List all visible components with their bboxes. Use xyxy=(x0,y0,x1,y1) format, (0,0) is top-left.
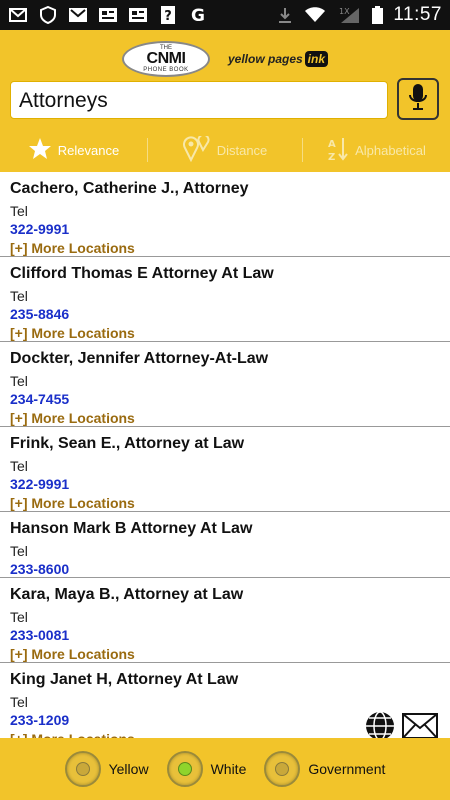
phone-link[interactable]: 233-8600 xyxy=(10,560,440,578)
list-item[interactable]: Dockter, Jennifer Attorney-At-Law Tel 23… xyxy=(0,342,450,427)
directory-selector: Yellow White Government xyxy=(0,738,450,800)
radio-indicator-selected xyxy=(177,762,192,776)
sort-divider xyxy=(302,138,303,162)
sort-az-icon: AZ xyxy=(327,136,349,165)
tel-label: Tel xyxy=(10,694,28,710)
listing-name[interactable]: Clifford Thomas E Attorney At Law xyxy=(10,264,440,284)
tel-label: Tel xyxy=(10,288,28,304)
directory-government-label: Government xyxy=(308,761,386,777)
listing-name[interactable]: Kara, Maya B., Attorney at Law xyxy=(10,585,440,605)
listing-name[interactable]: Hanson Mark B Attorney At Law xyxy=(10,519,440,539)
directory-yellow-option[interactable]: Yellow xyxy=(64,751,149,787)
phone-link[interactable]: 322-9991 xyxy=(10,475,440,493)
directory-yellow-label: Yellow xyxy=(108,761,149,777)
tel-label: Tel xyxy=(10,543,28,559)
cellular-signal-icon: 1X xyxy=(335,6,361,24)
list-item[interactable]: Cachero, Catherine J., Attorney Tel 322-… xyxy=(0,172,450,257)
search-input[interactable]: Attorneys xyxy=(10,81,388,119)
more-locations-link[interactable]: [+] More Locations xyxy=(10,644,440,664)
results-list[interactable]: Cachero, Catherine J., Attorney Tel 322-… xyxy=(0,172,450,738)
phone-link[interactable]: 322-9991 xyxy=(10,220,440,238)
star-icon xyxy=(28,137,52,164)
listing-name[interactable]: Dockter, Jennifer Attorney-At-Law xyxy=(10,349,440,369)
sort-relevance-tab[interactable]: Relevance xyxy=(0,130,147,170)
sort-distance-tab[interactable]: Distance xyxy=(148,130,302,170)
cnmi-phone-book-logo[interactable]: THE CNMI PHONE BOOK xyxy=(121,41,210,77)
more-locations-link[interactable]: [+] More Locations xyxy=(10,238,440,258)
news-icon-2 xyxy=(128,6,148,24)
microphone-icon xyxy=(408,83,428,116)
svg-text:A: A xyxy=(328,139,336,150)
phone-link[interactable]: 235-8846 xyxy=(10,305,440,323)
more-locations-link[interactable]: [+] More Locations xyxy=(10,323,440,343)
list-item[interactable]: Hanson Mark B Attorney At Law Tel 233-86… xyxy=(0,512,450,578)
radio-button[interactable] xyxy=(166,751,203,787)
cnmi-logo-bottom: PHONE BOOK xyxy=(143,67,189,73)
battery-icon xyxy=(371,6,383,24)
network-type-label: 1X xyxy=(339,7,350,16)
listing-name[interactable]: Frink, Sean E., Attorney at Law xyxy=(10,434,440,454)
listing-name[interactable]: Cachero, Catherine J., Attorney xyxy=(10,179,440,199)
sort-bar: Relevance Distance AZ Alphabetical xyxy=(0,130,450,170)
radio-button[interactable] xyxy=(64,751,101,787)
tel-label: Tel xyxy=(10,458,28,474)
sort-relevance-label: Relevance xyxy=(57,142,120,158)
yellow-pages-ink-logo[interactable]: yellow pages ink xyxy=(227,51,329,67)
status-time: 11:57 xyxy=(393,4,442,25)
radio-indicator xyxy=(75,762,90,776)
wifi-icon xyxy=(305,6,326,24)
voice-search-button[interactable] xyxy=(397,78,439,120)
google-icon: G xyxy=(188,6,208,24)
tel-label: Tel xyxy=(10,203,28,219)
svg-text:Z: Z xyxy=(328,152,335,162)
vpn-shield-icon xyxy=(38,6,58,24)
tel-label: Tel xyxy=(10,609,28,625)
radio-indicator xyxy=(275,762,290,776)
map-pin-icon xyxy=(182,133,211,165)
list-item[interactable]: Frink, Sean E., Attorney at Law Tel 322-… xyxy=(0,427,450,512)
sort-distance-label: Distance xyxy=(216,142,268,158)
svg-text:G: G xyxy=(191,6,205,24)
app-header: THE CNMI PHONE BOOK yellow pages ink Att… xyxy=(0,30,450,172)
sort-alphabetical-tab[interactable]: AZ Alphabetical xyxy=(303,130,450,170)
download-icon xyxy=(275,6,295,24)
svg-text:?: ? xyxy=(164,9,172,24)
envelope-icon xyxy=(8,6,28,24)
sort-alphabetical-label: Alphabetical xyxy=(355,142,426,158)
list-item[interactable]: Kara, Maya B., Attorney at Law Tel 233-0… xyxy=(0,578,450,663)
phone-link[interactable]: 233-0081 xyxy=(10,626,440,644)
more-locations-link[interactable]: [+] More Locations xyxy=(10,493,440,513)
list-item[interactable]: Clifford Thomas E Attorney At Law Tel 23… xyxy=(0,257,450,342)
radio-button[interactable] xyxy=(264,751,301,787)
directory-government-option[interactable]: Government xyxy=(264,751,385,787)
tel-label: Tel xyxy=(10,373,28,389)
listing-name[interactable]: King Janet H, Attorney At Law xyxy=(10,670,440,690)
more-locations-link[interactable]: [+] More Locations xyxy=(10,408,440,428)
phone-link[interactable]: 234-7455 xyxy=(10,390,440,408)
help-icon: ? xyxy=(158,6,178,24)
sort-divider xyxy=(147,138,148,162)
yp-logo-ink: ink xyxy=(304,51,329,67)
logo-row: THE CNMI PHONE BOOK yellow pages ink xyxy=(0,38,450,80)
directory-white-label: White xyxy=(210,761,247,777)
cnmi-logo-main: CNMI xyxy=(146,50,186,67)
yp-logo-text: yellow pages xyxy=(227,52,303,66)
directory-white-option[interactable]: White xyxy=(166,751,247,787)
gmail-icon xyxy=(68,6,88,24)
news-icon xyxy=(98,6,118,24)
status-bar: ? G 1X 11:57 xyxy=(0,0,450,30)
